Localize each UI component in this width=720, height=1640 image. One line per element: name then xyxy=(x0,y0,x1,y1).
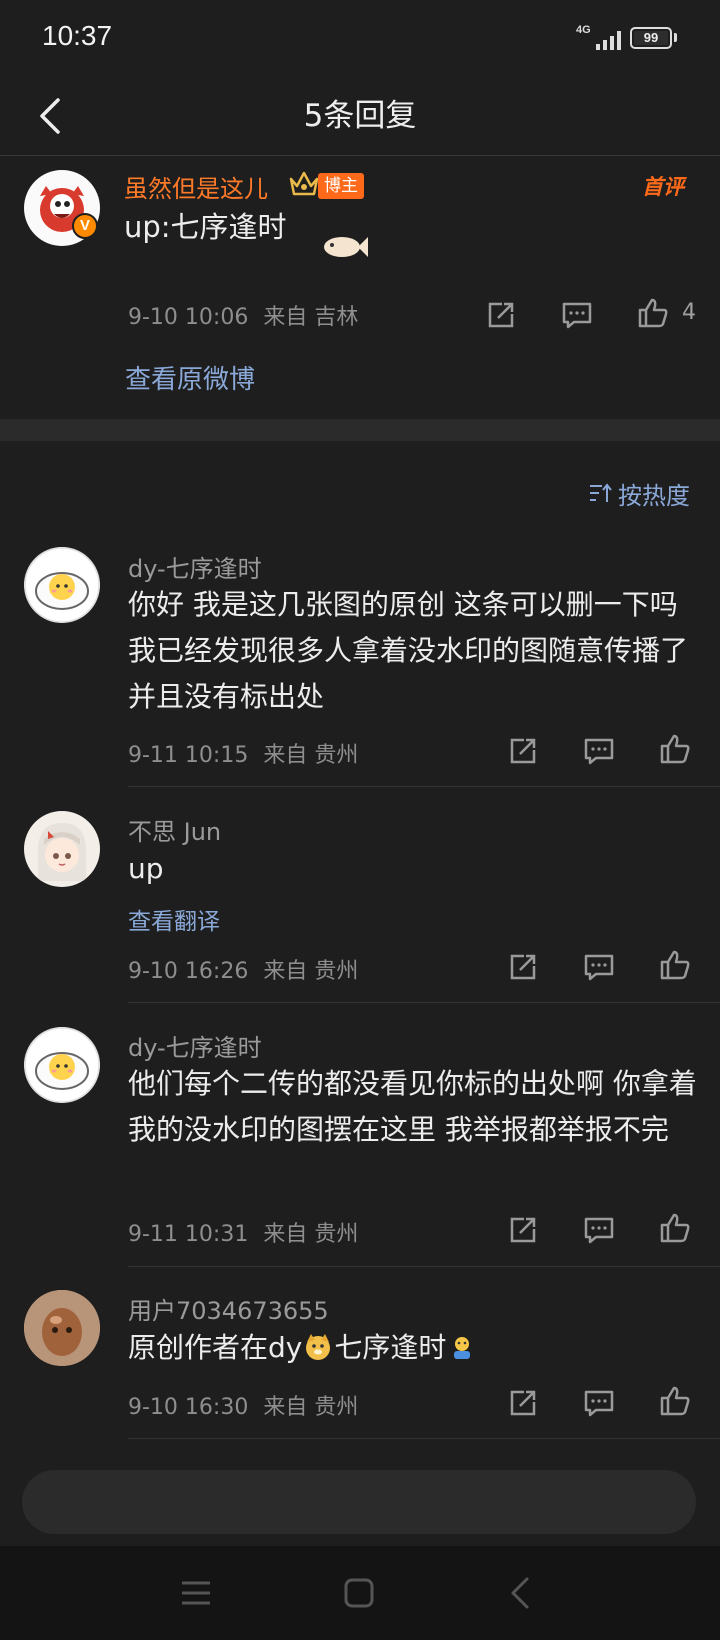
reply-meta: 9-11 10:31 来自 贵州 xyxy=(128,1222,359,1247)
reply-text: up xyxy=(128,852,164,885)
blogger-badge: 博主 xyxy=(318,173,364,199)
first-comment-badge: 首评 xyxy=(642,175,684,199)
avatar[interactable] xyxy=(24,1290,100,1366)
comment-icon[interactable] xyxy=(582,1213,616,1247)
divider xyxy=(128,1266,720,1267)
avatar[interactable] xyxy=(24,1027,100,1103)
reply-username[interactable]: dy-七序逢时 xyxy=(128,549,262,584)
verified-badge-icon: V xyxy=(72,213,98,239)
like-icon[interactable] xyxy=(658,1211,692,1245)
like-icon[interactable] xyxy=(658,732,692,766)
section-divider xyxy=(0,419,720,441)
reply-text: 你好 我是这几张图的原创 这条可以删一下吗 我已经发现很多人拿着没水印的图随意传… xyxy=(128,588,689,713)
like-count: 4 xyxy=(682,300,696,325)
network-type: 4G xyxy=(576,24,591,36)
comment-icon[interactable] xyxy=(582,734,616,768)
sticker-image xyxy=(318,231,368,261)
comment-icon[interactable] xyxy=(560,298,594,332)
like-icon[interactable] xyxy=(636,296,670,330)
sort-button[interactable]: 按热度 xyxy=(588,477,690,510)
avatar[interactable] xyxy=(24,547,100,623)
reply-username[interactable]: 用户7034673655 xyxy=(128,1291,329,1326)
battery-icon: 99 xyxy=(630,27,672,49)
reply-meta: 9-11 10:15 来自 贵州 xyxy=(128,743,359,768)
main-comment-text: up:七序逢时 xyxy=(124,210,287,244)
nav-bar: 5条回复 xyxy=(0,78,720,156)
view-original-post-link[interactable]: 查看原微博 xyxy=(125,359,255,396)
reply-input[interactable] xyxy=(22,1470,696,1534)
divider xyxy=(128,1438,720,1439)
main-comment: V 虽然但是这儿 博主 首评 up:七序逢时 9-10 10:06 来自 吉林 … xyxy=(0,157,720,419)
cellular-signal-icon: 4G xyxy=(576,24,624,52)
share-icon[interactable] xyxy=(506,1386,540,1420)
comment-icon[interactable] xyxy=(582,1386,616,1420)
emoji-icon xyxy=(448,1329,476,1359)
divider xyxy=(128,786,720,787)
avatar[interactable] xyxy=(24,811,100,887)
reply-text: 原创作者在dy 七序逢时 xyxy=(128,1325,704,1371)
share-icon[interactable] xyxy=(506,1213,540,1247)
sort-icon xyxy=(590,483,612,502)
crown-icon xyxy=(288,169,320,197)
page-title: 5条回复 xyxy=(303,98,417,134)
doge-emoji-icon xyxy=(303,1330,333,1360)
divider xyxy=(128,1002,720,1003)
status-bar: 10:37 4G 99 xyxy=(0,0,720,78)
like-icon[interactable] xyxy=(658,1384,692,1418)
main-comment-username[interactable]: 虽然但是这儿 xyxy=(124,169,268,204)
status-time: 10:37 xyxy=(42,20,113,51)
reply-username[interactable]: 不思 Jun xyxy=(128,812,221,847)
reply-username[interactable]: dy-七序逢时 xyxy=(128,1028,262,1063)
view-translation-link[interactable]: 查看翻译 xyxy=(128,902,220,936)
main-comment-time: 9-10 10:06 来自 吉林 xyxy=(128,305,359,330)
comment-icon[interactable] xyxy=(582,950,616,984)
share-icon[interactable] xyxy=(484,298,518,332)
sort-label: 按热度 xyxy=(618,481,690,510)
battery-percent: 99 xyxy=(643,30,659,45)
back-icon[interactable] xyxy=(508,1576,532,1610)
home-icon[interactable] xyxy=(343,1577,375,1609)
system-navigation-bar xyxy=(0,1546,720,1640)
menu-icon[interactable] xyxy=(180,1578,212,1608)
reply-meta: 9-10 16:30 来自 贵州 xyxy=(128,1395,359,1420)
share-icon[interactable] xyxy=(506,950,540,984)
reply-text: 他们每个二传的都没看见你标的出处啊 你拿着我的没水印的图摆在这里 我举报都举报不… xyxy=(128,1067,697,1146)
reply-meta: 9-10 16:26 来自 贵州 xyxy=(128,959,359,984)
like-icon[interactable] xyxy=(658,948,692,982)
share-icon[interactable] xyxy=(506,734,540,768)
